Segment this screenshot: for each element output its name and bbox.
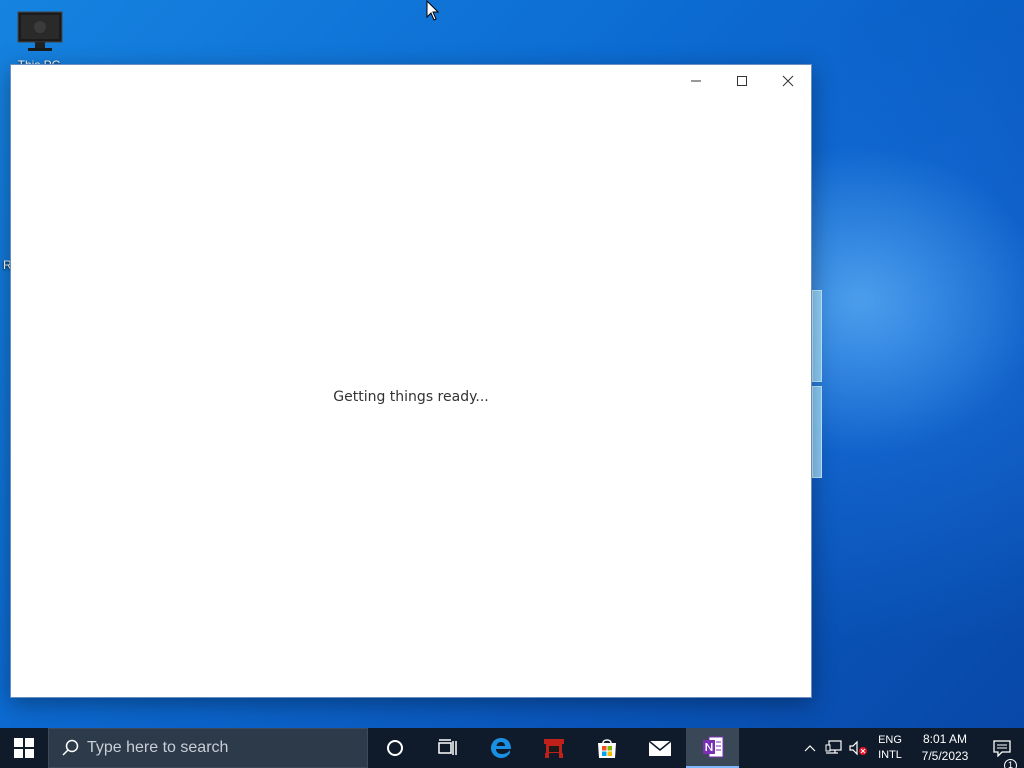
chevron-up-icon bbox=[804, 745, 816, 752]
show-hidden-icons-button[interactable] bbox=[798, 744, 822, 752]
maximize-icon bbox=[737, 76, 747, 86]
clock-date: 7/5/2023 bbox=[921, 749, 969, 763]
system-tray: ENG INTL 8:01 AM 7/5/2023 1 bbox=[798, 728, 1024, 768]
language-indicator[interactable]: ENG INTL bbox=[870, 733, 910, 763]
app-window: Getting things ready... bbox=[10, 64, 812, 698]
onenote-button[interactable] bbox=[686, 728, 739, 768]
clock-time: 8:01 AM bbox=[922, 732, 968, 746]
network-button[interactable] bbox=[822, 740, 846, 756]
search-icon bbox=[62, 739, 79, 756]
search-placeholder: Type here to search bbox=[87, 739, 229, 756]
red-app-button[interactable] bbox=[527, 728, 580, 768]
onenote-icon bbox=[702, 736, 723, 758]
keyboard-layout: INTL bbox=[878, 749, 902, 761]
mail-icon bbox=[648, 740, 671, 756]
notification-icon bbox=[993, 740, 1011, 757]
red-app-icon bbox=[543, 739, 564, 758]
maximize-button[interactable] bbox=[719, 65, 765, 97]
minimize-icon bbox=[691, 80, 701, 82]
edge-icon bbox=[490, 738, 511, 758]
taskbar-search-box[interactable]: Type here to search bbox=[48, 728, 368, 768]
task-view-button[interactable] bbox=[421, 728, 474, 768]
mail-button[interactable] bbox=[633, 728, 686, 768]
action-center-button[interactable]: 1 bbox=[980, 739, 1024, 768]
close-icon bbox=[782, 75, 794, 87]
close-button[interactable] bbox=[765, 65, 811, 97]
task-view-icon bbox=[437, 739, 457, 755]
windows-logo-icon bbox=[14, 738, 34, 758]
wallpaper-logo bbox=[812, 290, 822, 480]
monitor-icon bbox=[17, 11, 63, 51]
store-button[interactable] bbox=[580, 728, 633, 768]
cortana-button[interactable] bbox=[368, 728, 421, 768]
clock[interactable]: 8:01 AM 7/5/2023 bbox=[910, 731, 980, 765]
start-button[interactable] bbox=[0, 728, 48, 768]
desktop-icon-this-pc[interactable]: This PC bbox=[8, 6, 70, 72]
minimize-button[interactable] bbox=[673, 65, 719, 97]
volume-muted-icon bbox=[849, 740, 867, 756]
window-controls bbox=[673, 65, 811, 97]
edge-button[interactable] bbox=[474, 728, 527, 768]
circle-icon bbox=[386, 740, 403, 756]
notification-count-badge: 1 bbox=[1004, 759, 1017, 768]
language-code: ENG bbox=[878, 734, 902, 746]
loading-status-text: Getting things ready... bbox=[333, 389, 489, 405]
store-icon bbox=[597, 739, 616, 758]
network-icon bbox=[825, 740, 842, 754]
taskbar: Type here to search ENG INTL 8:01 AM 7/5… bbox=[0, 728, 1024, 768]
volume-button[interactable] bbox=[846, 740, 870, 756]
mouse-cursor-icon bbox=[426, 0, 440, 21]
